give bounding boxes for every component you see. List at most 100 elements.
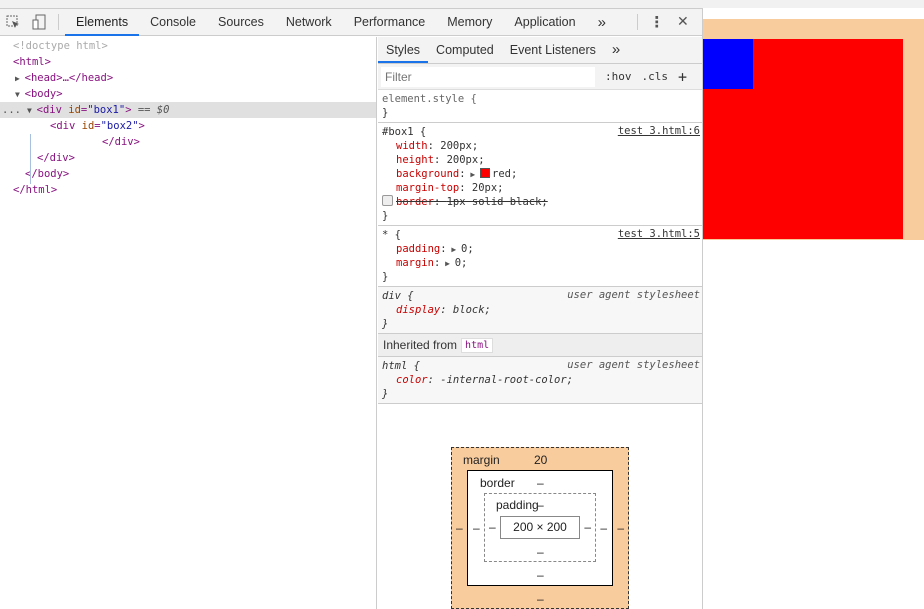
margin-top-value[interactable]: 20 [534, 453, 547, 467]
prop-margin[interactable]: margin: ▶ 0; [382, 256, 698, 270]
prop-border-disabled[interactable]: border: 1px solid black; [382, 195, 698, 209]
collapse-triangle-icon[interactable]: ▼ [27, 106, 37, 115]
rule-close-brace: } [382, 210, 389, 222]
box2[interactable] [703, 39, 753, 89]
property-checkbox[interactable] [382, 195, 393, 206]
div2-val: "box2" [100, 120, 139, 132]
div1-val: "box1" [87, 104, 126, 116]
inherited-label: Inherited from [383, 338, 458, 352]
collapse-triangle-icon[interactable]: ▼ [15, 90, 25, 99]
close-icon[interactable]: ✕ [670, 9, 696, 35]
tab-application[interactable]: Application [503, 9, 586, 36]
dom-tree: <!doctype html> <html> ▶ <head>…</head> … [0, 37, 377, 609]
dom-head[interactable]: ▶ <head>…</head> [0, 70, 376, 86]
tab-performance[interactable]: Performance [343, 9, 437, 36]
tab-network[interactable]: Network [275, 9, 343, 36]
rule-universal: * { test 3.html:5 padding: ▶ 0; margin: … [378, 226, 702, 287]
rule-box1: #box1 { test 3.html:6 width: 200px; heig… [378, 123, 702, 226]
styles-pane: Styles Computed Event Listeners » :hov .… [378, 37, 702, 609]
dom-html-close[interactable]: </html> [0, 182, 376, 198]
rule-html-ua: html { user agent stylesheet color: -int… [378, 357, 702, 404]
margin-bottom-value[interactable]: – [537, 592, 544, 606]
rule-source: user agent stylesheet [567, 359, 700, 371]
cls-toggle[interactable]: .cls [642, 70, 669, 83]
border-bottom-value[interactable]: – [537, 568, 544, 582]
more-tabs-icon[interactable]: » [587, 9, 617, 36]
kebab-menu-icon[interactable]: ⋮ [644, 9, 670, 35]
div1-attr: id [68, 104, 81, 116]
div2-attr: id [81, 120, 95, 132]
dom-doctype[interactable]: <!doctype html> [0, 38, 376, 54]
prop-width[interactable]: width: 200px; [382, 139, 698, 153]
prop-padding[interactable]: padding: ▶ 0; [382, 242, 698, 256]
rule-close-brace: } [382, 107, 389, 119]
prop-display: display: block; [396, 304, 491, 316]
padding-bottom-value[interactable]: – [537, 545, 544, 559]
rule-source: user agent stylesheet [567, 289, 700, 301]
tab-memory[interactable]: Memory [436, 9, 503, 36]
toolbar-divider [636, 14, 638, 30]
rule-element-style: element.style { } [378, 90, 702, 123]
dom-div-box1-close[interactable]: </div> [0, 150, 376, 166]
tab-console[interactable]: Console [139, 9, 207, 36]
border-right-value[interactable]: – [600, 521, 607, 535]
inherited-node-link[interactable]: html [461, 337, 494, 353]
more-subtabs-icon[interactable]: » [604, 37, 628, 63]
rule-close-brace: } [382, 271, 389, 283]
rule-source-link[interactable]: test 3.html:6 [618, 125, 700, 137]
tab-elements[interactable]: Elements [65, 9, 140, 36]
devtools-toolbar: Elements Console Sources Network Perform… [0, 8, 702, 36]
expand-triangle-icon[interactable]: ▶ [466, 170, 480, 179]
tab-sources[interactable]: Sources [207, 9, 275, 36]
expand-triangle-icon[interactable]: ▶ [15, 74, 25, 83]
html-tag: <html> [13, 56, 51, 68]
hov-toggle[interactable]: :hov [605, 70, 632, 83]
border-top-value[interactable]: – [537, 476, 544, 490]
box-model-margin[interactable]: margin 20 – – – border – – – – padding –… [451, 447, 629, 609]
margin-right-value[interactable]: – [617, 521, 624, 535]
padding-left-value[interactable]: – [489, 520, 496, 534]
inherited-from-header: Inherited from html [378, 334, 702, 357]
dom-div-box2-close[interactable]: </div> [0, 134, 376, 150]
tab-event-listeners[interactable]: Event Listeners [502, 37, 604, 63]
border-left-value[interactable]: – [473, 521, 480, 535]
body-tag: <body> [24, 88, 63, 100]
element-style-selector[interactable]: element.style { [382, 92, 698, 106]
dom-body-close[interactable]: </body> [0, 166, 376, 182]
prop-height[interactable]: height: 200px; [382, 153, 698, 167]
inspect-element-icon[interactable] [0, 9, 26, 35]
tab-computed[interactable]: Computed [428, 37, 502, 63]
dom-div-box2[interactable]: <div id="box2"> [0, 118, 376, 134]
box-model-padding[interactable]: padding – – – – 200 × 200 [484, 493, 596, 562]
box-model-content[interactable]: 200 × 200 [500, 516, 580, 539]
browser-top-strip [0, 0, 924, 8]
prop-margin-top[interactable]: margin-top: 20px; [382, 181, 698, 195]
prop-color: color: -internal-root-color; [396, 374, 574, 386]
margin-label: margin [463, 453, 500, 467]
border-label: border [480, 476, 515, 490]
box-model-border[interactable]: border – – – – padding – – – – 200 × 200 [467, 470, 613, 586]
body-close-tag: </body> [25, 168, 70, 180]
rule-source-link[interactable]: test 3.html:5 [618, 228, 700, 240]
rule-close-brace: } [382, 388, 389, 400]
doctype-text: <!doctype html> [13, 40, 108, 52]
color-swatch-red[interactable] [480, 168, 490, 178]
margin-left-value[interactable]: – [456, 521, 463, 535]
new-rule-icon[interactable]: + [678, 68, 687, 86]
dom-html[interactable]: <html> [0, 54, 376, 70]
toolbar-divider [58, 14, 59, 30]
dom-div-box1-selected[interactable]: ... ▼ <div id="box1"> == $0 [0, 102, 376, 118]
tab-styles[interactable]: Styles [378, 37, 429, 63]
page-viewport [703, 8, 924, 609]
device-toolbar-icon[interactable] [26, 9, 52, 35]
styles-tabbar: Styles Computed Event Listeners » [378, 37, 702, 64]
div1-close-tag: </div> [37, 152, 75, 164]
node-actions-icon[interactable]: ... [2, 102, 21, 118]
rule-close-brace: } [382, 318, 389, 330]
prop-background[interactable]: background: ▶ red; [382, 167, 698, 181]
padding-right-value[interactable]: – [584, 520, 591, 534]
div2-close-tag: </div> [102, 136, 140, 148]
padding-top-value[interactable]: – [537, 498, 544, 512]
styles-filter-input[interactable] [381, 66, 595, 87]
dom-body[interactable]: ▼ <body> [0, 86, 376, 102]
